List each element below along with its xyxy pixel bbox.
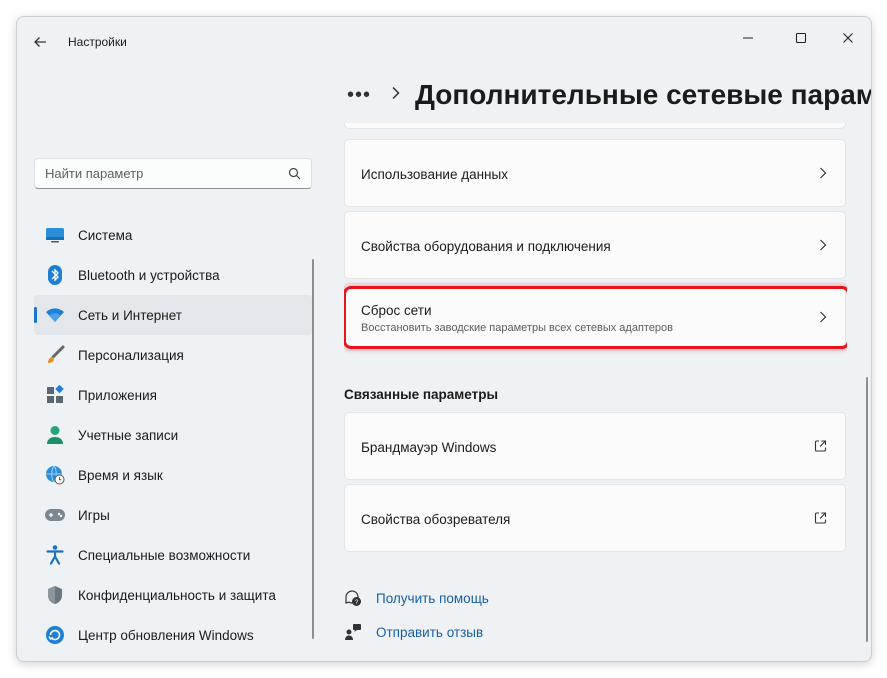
breadcrumb-overflow-button[interactable]: •••: [347, 84, 379, 107]
search-icon: [288, 167, 301, 180]
brush-icon: [44, 344, 66, 366]
card-label: Свойства оборудования и подключения: [361, 239, 611, 254]
sidebar-item-label: Система: [78, 227, 133, 243]
card-label: Свойства обозревателя: [361, 512, 511, 527]
sidebar-item-network[interactable]: Сеть и Интернет: [34, 295, 312, 335]
bluetooth-icon: [44, 264, 66, 286]
send-feedback-link[interactable]: Отправить отзыв: [344, 621, 483, 643]
card-windows-firewall[interactable]: Брандмауэр Windows: [344, 412, 846, 480]
chevron-right-icon: [820, 311, 827, 323]
minimize-icon: [743, 37, 753, 39]
sidebar-scrollbar[interactable]: [312, 259, 314, 639]
sidebar-nav: Система Bluetooth и устройства Сеть и Ин…: [34, 215, 312, 655]
external-link-icon: [814, 512, 827, 524]
sidebar-item-system[interactable]: Система: [34, 215, 312, 255]
get-help-link[interactable]: ? Получить помощь: [344, 587, 489, 609]
svg-text:?: ?: [355, 599, 359, 606]
breadcrumb: ••• Дополнительные сетевые парам: [347, 75, 872, 115]
app-title: Настройки: [68, 35, 127, 49]
card-label: Использование данных: [361, 167, 508, 182]
card-internet-options[interactable]: Свойства обозревателя: [344, 484, 846, 552]
help-label: Получить помощь: [376, 590, 489, 606]
content-scrollbar[interactable]: [866, 377, 868, 642]
shield-icon: [44, 584, 66, 606]
sidebar-item-label: Сеть и Интернет: [78, 307, 182, 323]
feedback-icon: [345, 624, 361, 640]
gamepad-icon: [44, 504, 66, 526]
accessibility-icon: [44, 544, 66, 566]
person-icon: [44, 424, 66, 446]
card-partial-top[interactable]: [344, 123, 846, 129]
card-hardware-properties[interactable]: Свойства оборудования и подключения: [344, 211, 846, 279]
sidebar-item-label: Игры: [78, 507, 110, 523]
search-input[interactable]: [45, 166, 275, 181]
sidebar-item-accessibility[interactable]: Специальные возможности: [34, 535, 312, 575]
apps-icon: [44, 384, 66, 406]
sidebar-item-personalization[interactable]: Персонализация: [34, 335, 312, 375]
sidebar-item-windows-update[interactable]: Центр обновления Windows: [34, 615, 312, 655]
sidebar-item-bluetooth[interactable]: Bluetooth и устройства: [34, 255, 312, 295]
card-subtitle: Восстановить заводские параметры всех се…: [361, 322, 674, 334]
chevron-right-icon: [820, 239, 827, 251]
page-title: Дополнительные сетевые парам: [415, 79, 872, 110]
sidebar-item-label: Учетные записи: [78, 427, 179, 443]
external-link-icon: [814, 440, 827, 452]
minimize-button[interactable]: [725, 23, 771, 53]
wifi-icon: [44, 304, 66, 326]
sidebar-item-label: Bluetooth и устройства: [78, 267, 220, 283]
sidebar-item-privacy[interactable]: Конфиденциальность и защита: [34, 575, 312, 615]
sidebar-item-label: Время и язык: [78, 467, 163, 483]
feedback-label: Отправить отзыв: [376, 624, 484, 640]
arrow-left-icon: [34, 37, 46, 47]
sidebar-item-label: Персонализация: [78, 347, 184, 363]
card-data-usage[interactable]: Использование данных: [344, 139, 846, 207]
globe-clock-icon: [44, 464, 66, 486]
chevron-right-icon: [820, 167, 827, 179]
close-button[interactable]: [825, 23, 871, 53]
sidebar-item-label: Конфиденциальность и защита: [78, 587, 276, 603]
monitor-icon: [44, 224, 66, 246]
title-bar: Настройки: [17, 17, 871, 67]
sidebar-item-label: Приложения: [78, 387, 157, 403]
chevron-right-icon: [391, 86, 401, 105]
close-icon: [843, 33, 853, 43]
back-button[interactable]: [29, 31, 51, 53]
sidebar-item-accounts[interactable]: Учетные записи: [34, 415, 312, 455]
sidebar-item-time-language[interactable]: Время и язык: [34, 455, 312, 495]
update-icon: [44, 624, 66, 646]
sidebar-item-apps[interactable]: Приложения: [34, 375, 312, 415]
card-label: Сброс сети: [361, 303, 432, 318]
card-label: Брандмауэр Windows: [361, 440, 497, 455]
help-icon: ?: [345, 590, 361, 606]
card-network-reset[interactable]: Сброс сети Восстановить заводские параме…: [344, 283, 846, 351]
maximize-icon: [795, 32, 807, 44]
sidebar-item-label: Центр обновления Windows: [78, 627, 254, 643]
related-settings-heading: Связанные параметры: [344, 387, 499, 402]
maximize-button[interactable]: [778, 23, 824, 53]
search-box[interactable]: [34, 158, 312, 189]
sidebar-item-label: Специальные возможности: [78, 547, 251, 563]
main-content: Использование данных Свойства оборудован…: [344, 123, 847, 661]
settings-window: Настройки Система: [16, 16, 872, 662]
sidebar-item-gaming[interactable]: Игры: [34, 495, 312, 535]
